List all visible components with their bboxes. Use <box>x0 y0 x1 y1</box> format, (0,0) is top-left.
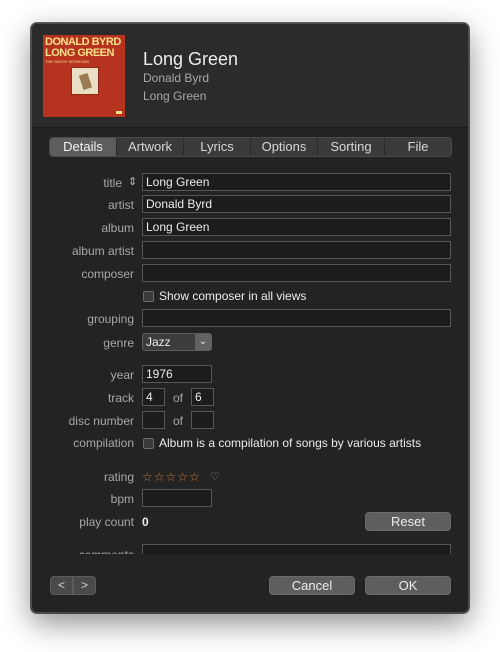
song-artist-heading: Donald Byrd <box>143 71 210 85</box>
sort-arrows-icon[interactable]: ⇕ <box>128 175 137 188</box>
reset-button[interactable]: Reset <box>365 512 451 531</box>
compilation-label: compilation <box>73 436 134 450</box>
grouping-label: grouping <box>87 312 134 326</box>
disc-number-label: disc number <box>68 414 134 428</box>
bpm-label: bpm <box>110 492 134 506</box>
cancel-button[interactable]: Cancel <box>269 576 355 595</box>
grouping-field[interactable] <box>142 309 451 327</box>
track-total-field[interactable]: 6 <box>191 388 214 406</box>
artist-field[interactable]: Donald Byrd <box>142 195 451 213</box>
song-album-heading: Long Green <box>143 89 207 103</box>
genre-select[interactable]: Jazz ⌄ <box>142 333 212 351</box>
genre-label: genre <box>103 336 134 350</box>
ok-button[interactable]: OK <box>365 576 451 595</box>
genre-value: Jazz <box>146 335 171 349</box>
show-composer-label: Show composer in all views <box>159 289 307 303</box>
info-dialog: DONALD BYRD LONG GREEN THE SAVOY SESSION… <box>31 23 469 613</box>
next-button[interactable]: > <box>73 576 96 595</box>
year-label: year <box>110 368 134 382</box>
dialog-header: DONALD BYRD LONG GREEN THE SAVOY SESSION… <box>32 24 468 128</box>
love-heart-icon[interactable]: ♡ <box>210 470 220 483</box>
composer-label: composer <box>81 267 134 281</box>
show-composer-checkbox[interactable] <box>143 291 154 302</box>
tab-file[interactable]: File <box>385 138 451 156</box>
rating-label: rating <box>103 470 134 484</box>
label-logo <box>116 111 122 114</box>
rating-stars[interactable]: ☆☆☆☆☆ <box>142 470 201 484</box>
disc-number-field[interactable] <box>142 411 165 429</box>
tab-bar: Details Artwork Lyrics Options Sorting F… <box>49 137 452 157</box>
disc-total-field[interactable] <box>191 411 214 429</box>
album-artist-label: album artist <box>71 244 134 258</box>
artist-label: artist <box>107 198 134 212</box>
scroll-fade <box>32 554 468 564</box>
tab-lyrics[interactable]: Lyrics <box>184 138 251 156</box>
title-field[interactable]: Long Green <box>142 173 451 191</box>
composer-field[interactable] <box>142 264 451 282</box>
track-label: track <box>107 391 134 405</box>
album-artist-field[interactable] <box>142 241 451 259</box>
previous-button[interactable]: < <box>50 576 73 595</box>
tab-sorting[interactable]: Sorting <box>318 138 385 156</box>
tab-options[interactable]: Options <box>251 138 318 156</box>
chevron-down-icon: ⌄ <box>195 334 211 350</box>
bpm-field[interactable] <box>142 489 212 507</box>
artwork-illustration <box>71 67 99 95</box>
play-count-value: 0 <box>142 515 149 529</box>
compilation-checkbox[interactable] <box>143 438 154 449</box>
play-count-label: play count <box>79 515 134 529</box>
artwork-line-3: THE SAVOY SESSIONS <box>45 59 90 64</box>
title-label: title <box>103 176 122 190</box>
album-label: album <box>101 221 134 235</box>
disc-of-label: of <box>173 414 184 428</box>
year-field[interactable]: 1976 <box>142 365 212 383</box>
album-field[interactable]: Long Green <box>142 218 451 236</box>
track-number-field[interactable]: 4 <box>142 388 165 406</box>
compilation-text: Album is a compilation of songs by vario… <box>159 436 422 450</box>
track-of-label: of <box>173 391 184 405</box>
tab-details[interactable]: Details <box>50 138 117 156</box>
tab-artwork[interactable]: Artwork <box>117 138 184 156</box>
album-artwork: DONALD BYRD LONG GREEN THE SAVOY SESSION… <box>43 35 125 117</box>
artwork-line-2: LONG GREEN <box>45 47 114 59</box>
song-title-heading: Long Green <box>143 49 239 69</box>
